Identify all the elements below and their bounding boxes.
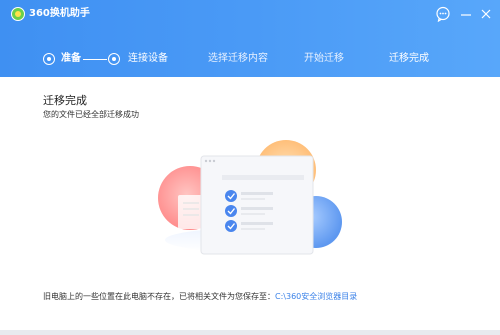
step-5-label: 迁移完成	[389, 53, 429, 64]
progress-steps: 准备 连接设备 选择迁移内容 开始迁移 迁移完成	[0, 48, 500, 70]
app-window: 360换机助手 准备 连接设备 选择迁移内容 开始迁移 迁移完成 迁移完成 您的…	[0, 0, 500, 335]
check-icon	[225, 205, 237, 217]
document-window	[200, 155, 314, 255]
migration-complete-illustration	[150, 140, 350, 260]
feedback-icon[interactable]	[435, 6, 451, 22]
app-logo-icon	[11, 7, 25, 21]
step-3-label: 选择迁移内容	[208, 53, 268, 64]
step-4-label: 开始迁移	[304, 53, 344, 64]
step-2-dot	[108, 53, 120, 65]
header: 360换机助手 准备 连接设备 选择迁移内容 开始迁移 迁移完成	[0, 0, 500, 77]
notice-text: 旧电脑上的一些位置在此电脑不存在，已将相关文件为您保存至：	[43, 292, 275, 301]
minimize-icon[interactable]	[458, 6, 474, 22]
step-1-dot	[43, 53, 55, 65]
step-2-label: 连接设备	[128, 53, 168, 64]
check-icon	[225, 220, 237, 232]
app-title: 360换机助手	[29, 8, 90, 19]
relocation-notice: 旧电脑上的一些位置在此电脑不存在，已将相关文件为您保存至：C:\360安全浏览器…	[43, 291, 357, 303]
step-connector	[83, 59, 107, 60]
check-icon	[225, 190, 237, 202]
close-icon[interactable]	[478, 6, 494, 22]
small-card	[178, 195, 204, 229]
title-bar[interactable]: 360换机助手	[0, 0, 500, 30]
result-subtitle: 您的文件已经全部迁移成功	[43, 110, 139, 119]
bottom-edge	[0, 330, 500, 335]
result-title: 迁移完成	[43, 94, 87, 107]
step-1-label: 准备	[61, 53, 81, 64]
saved-folder-link[interactable]: C:\360安全浏览器目录	[275, 292, 357, 301]
